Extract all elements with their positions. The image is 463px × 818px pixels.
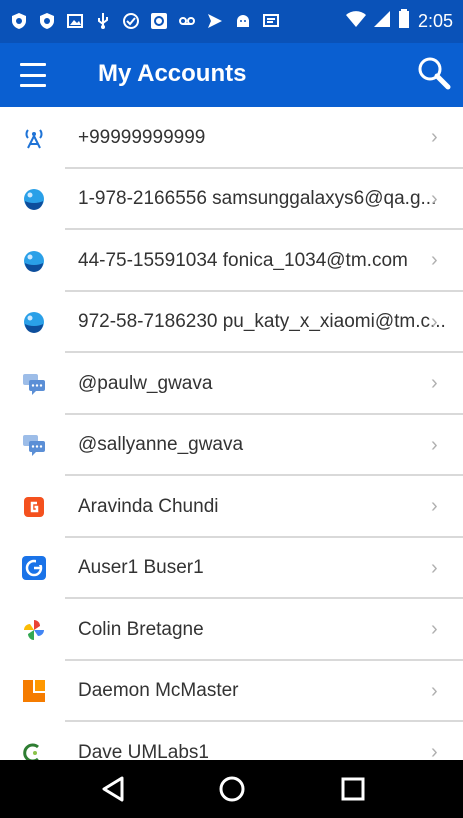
leaf-icon	[22, 741, 46, 760]
chevron-right-icon: ›	[431, 187, 438, 210]
g-circle-icon	[22, 556, 46, 581]
shield-icon	[10, 12, 28, 30]
hamburger-menu-icon[interactable]	[20, 63, 46, 87]
chevron-right-icon: ›	[431, 556, 438, 579]
android-icon	[234, 12, 252, 30]
bubble-icon	[22, 187, 46, 211]
account-label: 1-978-2166556 samsunggalaxys6@qa.g...	[78, 188, 437, 210]
account-row[interactable]: @paulw_gwava ›	[0, 353, 463, 415]
account-label: 44-75-15591034 fonica_1034@tm.com	[78, 249, 408, 271]
status-bar: 2:05	[0, 0, 463, 43]
battery-icon	[398, 8, 410, 34]
account-label: Daemon McMaster	[78, 680, 239, 702]
account-label: @paulw_gwava	[78, 372, 213, 394]
account-label: Dave UMLabs1	[78, 741, 209, 760]
send-icon	[206, 12, 224, 30]
bubble-icon	[22, 310, 46, 334]
recents-square-icon[interactable]	[337, 773, 369, 805]
shield-icon	[38, 12, 56, 30]
notification-icons	[10, 10, 280, 32]
account-label: Colin Bretagne	[78, 618, 204, 640]
navigation-bar	[0, 760, 463, 818]
back-triangle-icon[interactable]	[98, 773, 130, 805]
voicemail-icon	[178, 12, 196, 30]
chat-icon	[22, 433, 46, 457]
account-label: @sallyanne_gwava	[78, 434, 244, 456]
search-icon[interactable]	[416, 55, 452, 91]
account-row[interactable]: @sallyanne_gwava ›	[0, 415, 463, 476]
accounts-list[interactable]: +99999999999 › 1-978-2166556 samsunggala…	[0, 107, 463, 760]
antenna-icon	[22, 126, 46, 150]
page-title: My Accounts	[98, 60, 247, 87]
wifi-icon	[345, 10, 366, 33]
chevron-right-icon: ›	[431, 618, 438, 641]
account-row[interactable]: Colin Bretagne ›	[0, 599, 463, 661]
chevron-right-icon: ›	[431, 433, 438, 456]
message-icon	[262, 12, 280, 30]
chevron-right-icon: ›	[431, 679, 438, 702]
signal-icon	[373, 10, 390, 33]
app-g-icon	[22, 495, 46, 519]
chevron-right-icon: ›	[431, 126, 438, 149]
bubble-icon	[22, 249, 46, 273]
account-label: Auser1 Buser1	[78, 557, 204, 579]
app-bar: My Accounts	[0, 43, 463, 107]
account-label: 972-58-7186230 pu_katy_x_xiaomi@tm.c...	[78, 311, 446, 333]
chat-icon	[22, 372, 46, 396]
account-row[interactable]: 972-58-7186230 pu_katy_x_xiaomi@tm.c... …	[0, 292, 463, 353]
chevron-right-icon: ›	[431, 495, 438, 518]
clock: 2:05	[417, 10, 453, 31]
check-circle-icon	[122, 12, 140, 30]
chevron-right-icon: ›	[431, 310, 438, 333]
account-label: +99999999999	[78, 126, 206, 148]
image-icon	[66, 12, 84, 30]
account-label: Aravinda Chundi	[78, 495, 219, 517]
home-circle-icon[interactable]	[216, 773, 248, 805]
pinwheel-icon	[22, 618, 46, 642]
account-row[interactable]: Daemon McMaster ›	[0, 661, 463, 722]
account-row[interactable]: 44-75-15591034 fonica_1034@tm.com ›	[0, 230, 463, 292]
account-row[interactable]: Dave UMLabs1 ›	[0, 722, 463, 760]
l-block-icon	[22, 679, 46, 703]
chevron-right-icon: ›	[431, 372, 438, 395]
system-indicators: 2:05	[345, 8, 453, 34]
chevron-right-icon: ›	[431, 249, 438, 272]
usb-icon	[94, 12, 112, 30]
account-row[interactable]: 1-978-2166556 samsunggalaxys6@qa.g... ›	[0, 169, 463, 230]
app-icon	[150, 12, 168, 30]
account-row[interactable]: Aravinda Chundi ›	[0, 476, 463, 538]
account-row[interactable]: +99999999999 ›	[0, 107, 463, 169]
chevron-right-icon: ›	[431, 741, 438, 760]
account-row[interactable]: Auser1 Buser1 ›	[0, 538, 463, 599]
